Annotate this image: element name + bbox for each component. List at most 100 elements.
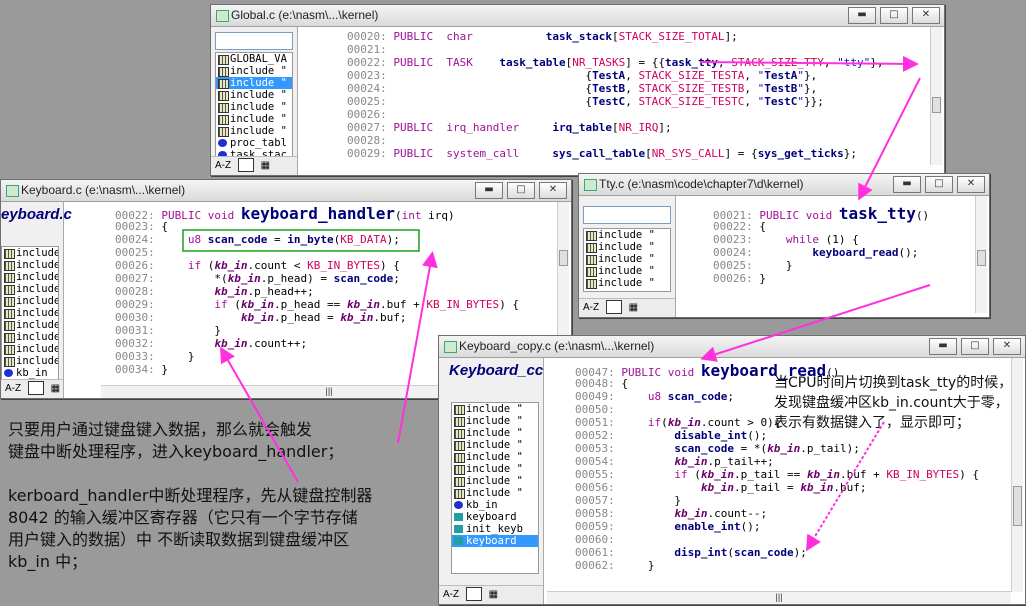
horizontal-scrollbar[interactable]: ||| (547, 591, 1011, 604)
symbol-item[interactable]: keyboard (452, 511, 538, 523)
symbol-item[interactable]: include " (2, 355, 58, 367)
symbol-item[interactable]: include " (452, 451, 538, 463)
symbol-item[interactable]: include " (452, 415, 538, 427)
list-view-icon[interactable] (237, 158, 254, 173)
minimize-button[interactable]: ▬ (475, 182, 503, 199)
code-line[interactable]: 00020: PUBLIC char task_stack[STACK_SIZE… (347, 30, 927, 43)
code-line[interactable]: 00059: enable_int(); (575, 520, 1015, 533)
symbol-item[interactable]: include " (452, 439, 538, 451)
code-line[interactable]: 00058: kb_in.count--; (575, 507, 1015, 520)
symbol-item[interactable]: include " (216, 113, 292, 125)
minimize-button[interactable]: ▬ (893, 176, 921, 193)
vertical-scrollbar[interactable] (1011, 358, 1023, 592)
maximize-button[interactable]: □ (961, 338, 989, 355)
code-line[interactable]: 00027: *(kb_in.p_head) = scan_code; (115, 272, 555, 285)
code-line[interactable]: 00030: kb_in.p_head = kb_in.buf; (115, 311, 555, 324)
minimize-button[interactable]: ▬ (848, 7, 876, 24)
code-line[interactable]: 00025: } (713, 259, 963, 272)
close-button[interactable]: ✕ (912, 7, 940, 24)
title-bar[interactable]: Global.c (e:\nasm\...\kernel) ▬ □ ✕ (211, 5, 944, 27)
code-line[interactable]: 00023: while (1) { (713, 233, 963, 246)
sort-az-button[interactable]: A-Z (215, 157, 231, 175)
symbol-item[interactable]: include " (2, 247, 58, 259)
symbol-item[interactable]: include " (452, 403, 538, 415)
symbol-item[interactable]: include " (452, 487, 538, 499)
symbol-item[interactable]: include " (216, 77, 292, 89)
code-line[interactable]: 00021: (347, 43, 927, 56)
symbol-item[interactable]: include " (2, 283, 58, 295)
code-line[interactable]: 00056: kb_in.p_tail = kb_in.buf; (575, 481, 1015, 494)
code-editor[interactable]: 00020: PUBLIC char task_stack[STACK_SIZE… (347, 30, 927, 165)
code-line[interactable]: 00023: {TestA, STACK_SIZE_TESTA, "TestA"… (347, 69, 927, 82)
sort-az-button[interactable]: A-Z (443, 586, 459, 604)
symbol-item[interactable]: kb_in (2, 367, 58, 379)
symbol-item[interactable]: proc_tabl (216, 137, 292, 149)
code-line[interactable]: 00060: (575, 533, 1015, 546)
code-line[interactable]: 00055: if (kb_in.p_tail == kb_in.buf + K… (575, 468, 1015, 481)
symbol-item[interactable]: include " (216, 89, 292, 101)
sort-az-button[interactable]: A-Z (5, 380, 21, 398)
symbol-search-input[interactable] (583, 206, 671, 224)
code-line[interactable]: 00029: PUBLIC system_call sys_call_table… (347, 147, 927, 160)
symbol-item[interactable]: include " (2, 295, 58, 307)
symbol-item[interactable]: include " (584, 277, 670, 289)
code-line[interactable]: 00022: PUBLIC TASK task_table[NR_TASKS] … (347, 56, 927, 69)
title-bar[interactable]: Tty.c (e:\nasm\code\chapter7\d\kernel) ▬… (579, 174, 989, 196)
symbol-item[interactable]: include " (2, 271, 58, 283)
symbol-item[interactable]: include " (584, 253, 670, 265)
symbol-item[interactable]: include " (584, 265, 670, 277)
symbol-item[interactable]: include " (452, 463, 538, 475)
symbol-item[interactable]: kb_in (452, 499, 538, 511)
scroll-thumb[interactable] (1013, 486, 1022, 526)
symbol-item[interactable]: init_keyb (452, 523, 538, 535)
symbol-item[interactable]: include " (216, 101, 292, 113)
title-bar[interactable]: Keyboard_copy.c (e:\nasm\...\kernel) ▬ □… (439, 336, 1025, 358)
category-icon[interactable]: ▦ (261, 157, 270, 175)
code-line[interactable]: 00024: u8 scan_code = in_byte(KB_DATA); (115, 233, 555, 246)
code-editor[interactable]: 00021: PUBLIC void task_tty() 00022: {000… (713, 207, 963, 297)
code-line[interactable]: 00026: if (kb_in.count < KB_IN_BYTES) { (115, 259, 555, 272)
code-line[interactable]: 00027: PUBLIC irq_handler irq_table[NR_I… (347, 121, 927, 134)
close-button[interactable]: ✕ (993, 338, 1021, 355)
symbol-item[interactable]: include " (2, 331, 58, 343)
scroll-thumb[interactable] (559, 250, 568, 266)
symbol-item[interactable]: include " (2, 319, 58, 331)
maximize-button[interactable]: □ (880, 7, 908, 24)
list-view-icon[interactable] (465, 587, 482, 602)
close-button[interactable]: ✕ (539, 182, 567, 199)
category-icon[interactable]: ▦ (629, 299, 638, 317)
code-line[interactable]: 00025: (115, 246, 555, 259)
code-line[interactable]: 00024: keyboard_read(); (713, 246, 963, 259)
code-line[interactable]: 00054: kb_in.p_tail++; (575, 455, 1015, 468)
symbol-item[interactable]: include " (2, 307, 58, 319)
close-button[interactable]: ✕ (957, 176, 985, 193)
vertical-scrollbar[interactable] (975, 196, 987, 313)
symbol-item[interactable]: include " (2, 259, 58, 271)
minimize-button[interactable]: ▬ (929, 338, 957, 355)
symbol-item[interactable]: keyboard (452, 535, 538, 547)
list-view-icon[interactable] (605, 300, 622, 315)
title-bar[interactable]: Keyboard.c (e:\nasm\...\kernel) ▬ □ ✕ (1, 180, 571, 202)
code-line[interactable]: 00026: } (713, 272, 963, 285)
symbol-item[interactable]: include " (584, 241, 670, 253)
code-line[interactable]: 00028: (347, 134, 927, 147)
symbol-item[interactable]: include " (452, 427, 538, 439)
symbol-item[interactable]: include " (584, 229, 670, 241)
scroll-thumb[interactable] (932, 97, 941, 113)
category-icon[interactable]: ▦ (489, 586, 498, 604)
code-line[interactable]: 00021: PUBLIC void task_tty() (713, 207, 963, 222)
symbol-item[interactable]: include " (216, 125, 292, 137)
code-line[interactable]: 00025: {TestC, STACK_SIZE_TESTC, "TestC"… (347, 95, 927, 108)
code-line[interactable]: 00029: if (kb_in.p_head == kb_in.buf + K… (115, 298, 555, 311)
vertical-scrollbar[interactable] (930, 27, 942, 165)
maximize-button[interactable]: □ (507, 182, 535, 199)
code-line[interactable]: 00057: } (575, 494, 1015, 507)
list-view-icon[interactable] (27, 381, 44, 396)
code-line[interactable]: 00053: scan_code = *(kb_in.p_tail); (575, 442, 1015, 455)
sort-az-button[interactable]: A-Z (583, 299, 599, 317)
category-icon[interactable]: ▦ (51, 380, 60, 398)
symbol-item[interactable]: include " (452, 475, 538, 487)
maximize-button[interactable]: □ (925, 176, 953, 193)
code-line[interactable]: 00024: {TestB, STACK_SIZE_TESTB, "TestB"… (347, 82, 927, 95)
code-line[interactable]: 00022: PUBLIC void keyboard_handler(int … (115, 207, 555, 222)
